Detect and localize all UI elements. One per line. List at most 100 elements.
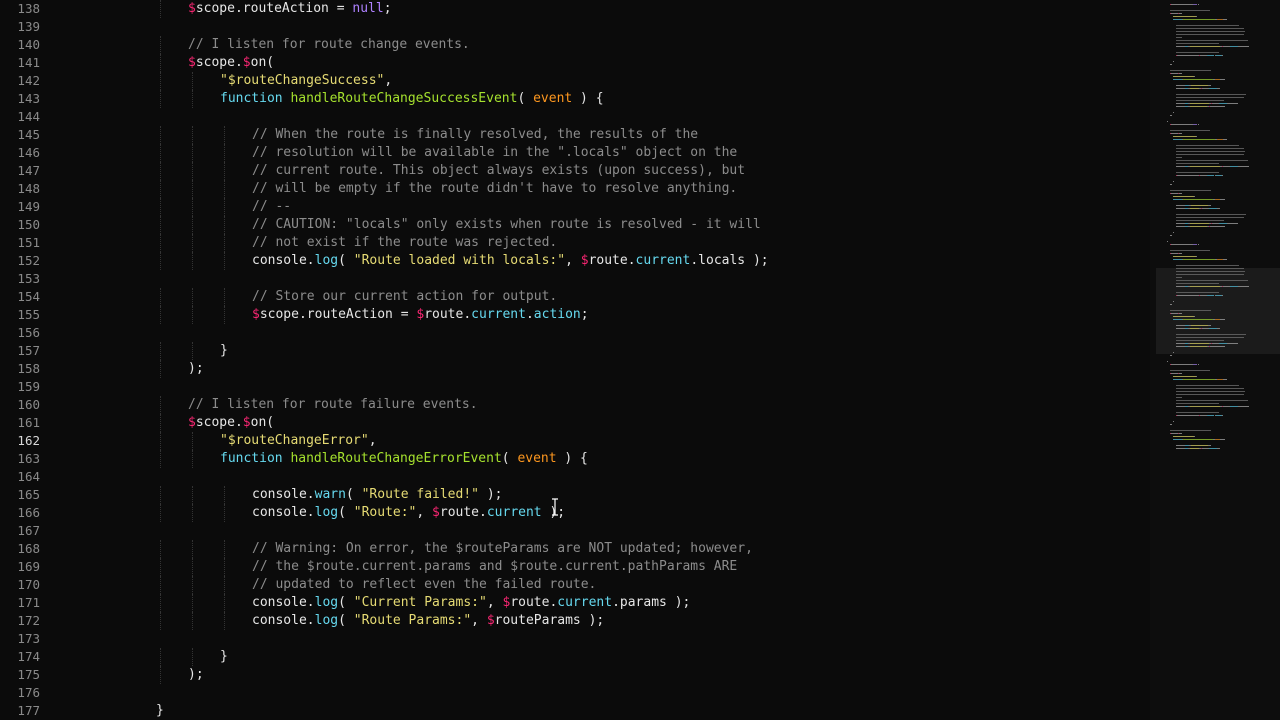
- code-line[interactable]: console.log( "Route loaded with locals:"…: [252, 252, 769, 270]
- code-token: (: [345, 487, 362, 502]
- indent-guide: [192, 504, 193, 522]
- minimap-stroke: [1222, 19, 1227, 20]
- minimap-stroke: [1182, 439, 1213, 440]
- code-line[interactable]: // I listen for route failure events.: [188, 396, 478, 414]
- minimap-stroke: [1176, 277, 1182, 278]
- minimap-stroke: [1191, 445, 1208, 446]
- code-line[interactable]: // current route. This object always exi…: [252, 162, 745, 180]
- code-line[interactable]: "$routeChangeError",: [160, 432, 1150, 450]
- code-token: console.: [252, 253, 315, 268]
- code-token: on(: [250, 415, 275, 430]
- minimap-stroke: [1170, 310, 1211, 311]
- minimap-stroke: [1191, 85, 1208, 86]
- minimap-stroke: [1212, 103, 1219, 104]
- minimap-stroke: [1176, 106, 1185, 107]
- line-number: 169: [17, 559, 40, 574]
- minimap-stroke: [1178, 13, 1183, 14]
- minimap-stroke: [1173, 61, 1175, 62]
- code-token: $: [188, 415, 196, 430]
- code-token: // --: [252, 199, 292, 214]
- code-line[interactable]: // When the route is finally resolved, t…: [252, 126, 698, 144]
- code-line[interactable]: function handleRouteChangeErrorEvent( ev…: [220, 450, 588, 468]
- code-token: );: [188, 361, 204, 376]
- code-token: (: [338, 595, 354, 610]
- code-token: // Store our current action for output.: [252, 289, 558, 304]
- minimap-stroke: [1200, 415, 1207, 416]
- code-token: warn: [314, 487, 346, 502]
- minimap-stroke: [1176, 268, 1245, 269]
- code-line[interactable]: // the $route.current.params and $route.…: [252, 558, 737, 576]
- minimap-stroke: [1176, 88, 1185, 89]
- indent-guide: [192, 594, 193, 612]
- code-token: console.: [252, 487, 315, 502]
- code-line[interactable]: // will be empty if the route didn't hav…: [252, 180, 737, 198]
- minimap-stroke: [1176, 31, 1246, 32]
- indent-guide: [192, 432, 193, 450]
- line-number: 164: [17, 469, 40, 484]
- code-line[interactable]: // Store our current action for output.: [252, 288, 557, 306]
- code-line[interactable]: console.log( "Current Params:", $route.c…: [252, 594, 690, 612]
- code-area[interactable]: $scope.routeAction = null; // I listen fo…: [60, 0, 1150, 720]
- code-line[interactable]: // CAUTION: "locals" only exists when ro…: [252, 216, 761, 234]
- code-line[interactable]: // I listen for route change events.: [188, 36, 470, 54]
- code-token: log: [314, 595, 339, 610]
- line-number: 139: [17, 19, 40, 34]
- code-line[interactable]: }: [220, 342, 228, 360]
- code-token: // current route. This object always exi…: [252, 163, 746, 178]
- minimap-stroke: [1190, 223, 1209, 224]
- indent-guide: [160, 576, 161, 594]
- code-line[interactable]: "$routeChangeSuccess",: [220, 72, 392, 90]
- indent-guide: [224, 252, 225, 270]
- line-number: 145: [17, 127, 40, 142]
- code-line[interactable]: console.warn( "Route failed!" );: [252, 486, 502, 504]
- code-token: .params );: [612, 595, 691, 610]
- minimap-stroke: [1176, 400, 1248, 401]
- code-line[interactable]: console.log( "Route Params:", $routePara…: [252, 612, 604, 630]
- line-number: 163: [17, 451, 40, 466]
- code-line[interactable]: $scope.$on(: [188, 54, 274, 72]
- code-token: handleRouteChangeSuccessEvent: [290, 91, 518, 106]
- code-editor[interactable]: 138 139 140 141 142 143 144 145 146 147 148 149 150 1…: [0, 0, 1280, 720]
- minimap-stroke: [1190, 103, 1209, 104]
- minimap-stroke: [1176, 337, 1245, 338]
- minimap-stroke: [1173, 436, 1194, 437]
- line-number: 176: [17, 685, 40, 700]
- code-line[interactable]: // --: [252, 198, 291, 216]
- code-line[interactable]: $scope.routeAction = $route.current.acti…: [252, 306, 589, 324]
- code-line[interactable]: }: [156, 702, 164, 720]
- indent-guide: [192, 612, 193, 630]
- indent-guide: [160, 486, 161, 504]
- minimap-stroke: [1176, 151, 1246, 152]
- code-line[interactable]: $scope.routeAction = null;: [188, 0, 392, 18]
- minimap-stroke: [1176, 217, 1245, 218]
- code-line[interactable]: // updated to reflect even the failed ro…: [252, 576, 596, 594]
- line-number-gutter[interactable]: 138 139 140 141 142 143 144 145 146 147 148 149 150 1…: [0, 0, 48, 720]
- minimap-stroke: [1193, 316, 1195, 317]
- line-number: 175: [17, 667, 40, 682]
- minimap-stroke: [1206, 55, 1215, 56]
- code-line[interactable]: // not exist if the route was rejected.: [252, 234, 557, 252]
- code-token: current: [486, 505, 542, 520]
- indent-guide: [224, 144, 225, 162]
- code-line[interactable]: $scope.$on(: [188, 414, 274, 432]
- minimap-stroke: [1176, 46, 1185, 47]
- code-line[interactable]: );: [188, 666, 204, 684]
- code-line[interactable]: // resolution will be available in the "…: [252, 144, 737, 162]
- minimap-stroke: [1209, 88, 1217, 89]
- minimap-stroke: [1202, 208, 1209, 209]
- code-line[interactable]: // Warning: On error, the $routeParams a…: [252, 540, 753, 558]
- minimap-stroke: [1171, 313, 1178, 314]
- minimap-stroke: [1182, 139, 1215, 140]
- minimap-stroke: [1196, 256, 1198, 257]
- code-line[interactable]: function handleRouteChangeSuccessEvent( …: [220, 90, 604, 108]
- indent-guide: [224, 180, 225, 198]
- code-line[interactable]: }: [220, 648, 228, 666]
- code-token: ) {: [556, 451, 588, 466]
- code-token: event: [533, 91, 573, 106]
- minimap[interactable]: [1150, 0, 1280, 720]
- indent-guide: [224, 306, 225, 324]
- code-line[interactable]: console.log( "Route:", $route.current );: [252, 504, 565, 522]
- line-number: 162: [17, 433, 40, 448]
- code-line[interactable]: );: [188, 360, 204, 378]
- line-number: 173: [17, 631, 40, 646]
